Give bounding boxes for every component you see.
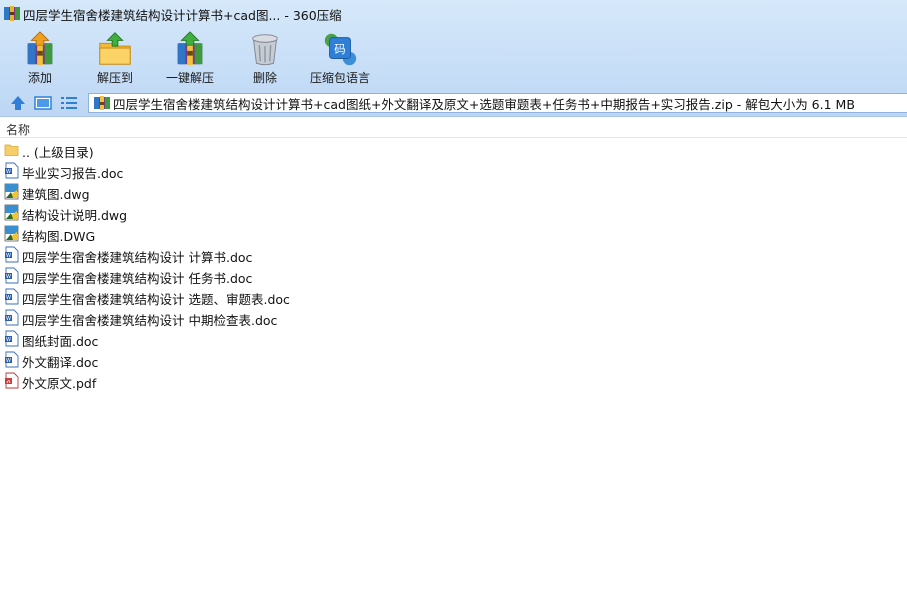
file-name: 图纸封面.doc — [22, 334, 99, 349]
file-name: 外文翻译.doc — [22, 355, 99, 370]
delete-label: 删除 — [252, 71, 277, 85]
up-arrow-icon[interactable] — [9, 94, 27, 112]
list-item[interactable]: W 毕业实习报告.doc — [0, 160, 907, 181]
svg-text:W: W — [6, 274, 11, 280]
pdf-icon — [5, 372, 19, 389]
list-view-icon[interactable] — [60, 94, 78, 112]
extract-to-label: 解压到 — [96, 71, 133, 85]
doc-icon: W — [5, 267, 19, 284]
file-name: 四层学生宿舍楼建筑结构设计 任务书.doc — [22, 271, 253, 286]
folder-icon — [4, 144, 19, 156]
archive-language-label: 压缩包语言 — [309, 71, 370, 85]
doc-icon: W — [5, 330, 19, 347]
file-name: 四层学生宿舍楼建筑结构设计 计算书.doc — [22, 250, 253, 265]
zip-file-icon — [94, 96, 110, 110]
list-item[interactable]: W 四层学生宿舍楼建筑结构设计 选题、审题表.doc — [0, 286, 907, 307]
extract-to-button[interactable]: 解压到 — [78, 28, 152, 86]
list-item[interactable]: W 四层学生宿舍楼建筑结构设计 任务书.doc — [0, 265, 907, 286]
list-item[interactable]: W 四层学生宿舍楼建筑结构设计 计算书.doc — [0, 244, 907, 265]
svg-text:W: W — [6, 253, 11, 259]
file-name: 结构图.DWG — [22, 229, 96, 244]
delete-button[interactable]: 删除 — [228, 28, 302, 86]
dwg-icon — [4, 183, 19, 200]
svg-text:W: W — [6, 337, 11, 343]
file-rows: .. (上级目录) W 毕业实习报告.doc 建筑图.dwg 结构设计说明.dw… — [0, 139, 907, 391]
top-chrome: 四层学生宿舍楼建筑结构设计计算书+cad图... - 360压缩 添加 解压到 … — [0, 0, 907, 117]
svg-text:W: W — [6, 169, 11, 175]
one-click-extract-button[interactable]: 一键解压 — [153, 28, 227, 86]
add-label: 添加 — [27, 71, 52, 85]
file-name: 结构设计说明.dwg — [22, 208, 128, 223]
list-item[interactable]: 结构设计说明.dwg — [0, 202, 907, 223]
svg-text:W: W — [6, 358, 11, 364]
list-item[interactable]: W 四层学生宿舍楼建筑结构设计 中期检查表.doc — [0, 307, 907, 328]
archive-app-icon — [4, 6, 20, 21]
add-button[interactable]: 添加 — [3, 28, 77, 86]
address-bar[interactable]: 四层学生宿舍楼建筑结构设计计算书+cad图纸+外文翻译及原文+选题审题表+任务书… — [88, 93, 907, 113]
title-bar: 四层学生宿舍楼建筑结构设计计算书+cad图... - 360压缩 — [0, 0, 907, 26]
list-item[interactable]: W 图纸封面.doc — [0, 328, 907, 349]
extract-folder-icon — [99, 32, 131, 65]
doc-icon: W — [5, 162, 19, 179]
svg-text:W: W — [6, 316, 11, 322]
one-click-extract-label: 一键解压 — [165, 71, 214, 85]
list-item[interactable]: .. (上级目录) — [0, 139, 907, 160]
file-list: 名称 .. (上级目录) W 毕业实习报告.doc 建筑图.dwg 结构设计说明… — [0, 118, 907, 607]
column-header: 名称 — [0, 118, 907, 138]
one-click-extract-icon — [177, 31, 203, 66]
doc-icon: W — [5, 309, 19, 326]
doc-icon: W — [5, 351, 19, 368]
language-encoding-icon: 码 — [324, 33, 357, 66]
archive-language-button[interactable]: 码 压缩包语言 — [303, 28, 377, 86]
list-item[interactable]: 外文原文.pdf — [0, 370, 907, 391]
list-item[interactable]: 结构图.DWG — [0, 223, 907, 244]
thumbnail-view-icon[interactable] — [34, 94, 52, 112]
window-title: 四层学生宿舍楼建筑结构设计计算书+cad图... - 360压缩 — [23, 8, 342, 23]
add-archive-icon — [27, 31, 53, 66]
file-name: .. (上级目录) — [22, 145, 94, 160]
column-name-header[interactable]: 名称 — [6, 121, 30, 138]
svg-text:W: W — [6, 295, 11, 301]
trash-icon — [252, 34, 278, 66]
file-name: 四层学生宿舍楼建筑结构设计 选题、审题表.doc — [22, 292, 290, 307]
file-name: 毕业实习报告.doc — [22, 166, 124, 181]
address-row: 四层学生宿舍楼建筑结构设计计算书+cad图纸+外文翻译及原文+选题审题表+任务书… — [0, 92, 907, 114]
app-window: 四层学生宿舍楼建筑结构设计计算书+cad图... - 360压缩 添加 解压到 … — [0, 0, 907, 607]
doc-icon: W — [5, 288, 19, 305]
doc-icon: W — [5, 246, 19, 263]
file-name: 建筑图.dwg — [22, 187, 90, 202]
dwg-icon — [4, 225, 19, 242]
list-item[interactable]: W 外文翻译.doc — [0, 349, 907, 370]
file-name: 四层学生宿舍楼建筑结构设计 中期检查表.doc — [22, 313, 278, 328]
list-item[interactable]: 建筑图.dwg — [0, 181, 907, 202]
file-name: 外文原文.pdf — [22, 376, 97, 391]
svg-text:码: 码 — [334, 42, 345, 56]
toolbar: 添加 解压到 一键解压 删除 码 压缩包语言 — [0, 28, 907, 88]
dwg-icon — [4, 204, 19, 221]
archive-path: 四层学生宿舍楼建筑结构设计计算书+cad图纸+外文翻译及原文+选题审题表+任务书… — [113, 96, 855, 112]
